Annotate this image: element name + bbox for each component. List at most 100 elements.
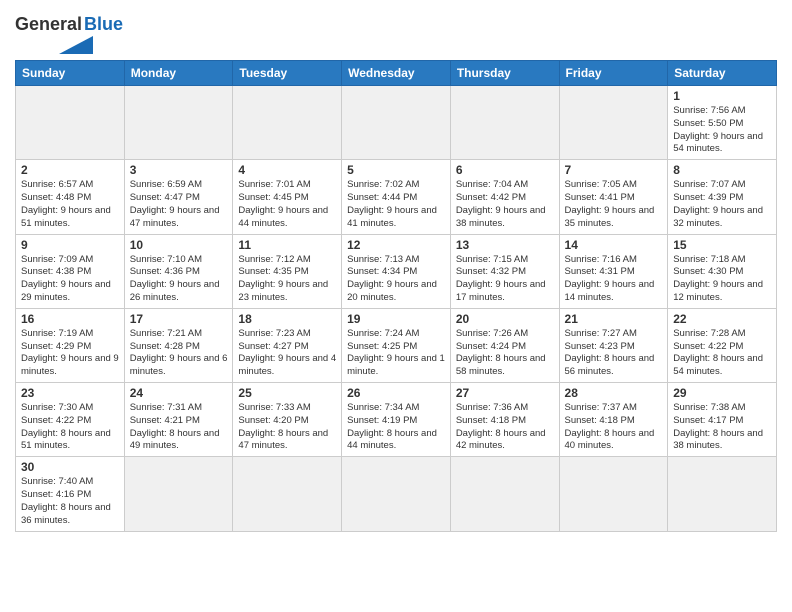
day-number: 15	[673, 238, 771, 252]
calendar-cell: 10 Sunrise: 7:10 AM Sunset: 4:36 PM Dayli…	[124, 234, 233, 308]
calendar-cell: 19 Sunrise: 7:24 AM Sunset: 4:25 PM Dayli…	[342, 308, 451, 382]
day-info: Sunrise: 7:28 AM Sunset: 4:22 PM Dayligh…	[673, 328, 771, 379]
day-number: 17	[130, 312, 228, 326]
calendar-week-row: 2 Sunrise: 6:57 AM Sunset: 4:48 PM Daylig…	[16, 160, 777, 234]
day-info: Sunrise: 7:34 AM Sunset: 4:19 PM Dayligh…	[347, 402, 445, 453]
calendar-cell: 30Sunrise: 7:40 AM Sunset: 4:16 PM Dayli…	[16, 457, 125, 531]
header: General Blue	[15, 10, 777, 54]
calendar-day-header: Monday	[124, 61, 233, 86]
day-info: Sunrise: 7:37 AM Sunset: 4:18 PM Dayligh…	[565, 402, 663, 453]
calendar-cell: 20 Sunrise: 7:26 AM Sunset: 4:24 PM Dayli…	[450, 308, 559, 382]
calendar-cell	[450, 457, 559, 531]
day-info: Sunrise: 6:59 AM Sunset: 4:47 PM Dayligh…	[130, 179, 228, 230]
calendar-cell: 27 Sunrise: 7:36 AM Sunset: 4:18 PM Dayli…	[450, 383, 559, 457]
day-number: 27	[456, 386, 554, 400]
calendar-cell	[342, 457, 451, 531]
day-number: 22	[673, 312, 771, 326]
logo-general-text: General	[15, 14, 82, 35]
day-info: Sunrise: 7:07 AM Sunset: 4:39 PM Dayligh…	[673, 179, 771, 230]
calendar-day-header: Saturday	[668, 61, 777, 86]
day-number: 11	[238, 238, 336, 252]
day-info: Sunrise: 7:31 AM Sunset: 4:21 PM Dayligh…	[130, 402, 228, 453]
logo: General Blue	[15, 14, 123, 54]
day-info: Sunrise: 7:15 AM Sunset: 4:32 PM Dayligh…	[456, 254, 554, 305]
calendar-cell: 14Sunrise: 7:16 AM Sunset: 4:31 PM Dayli…	[559, 234, 668, 308]
calendar-cell: 12 Sunrise: 7:13 AM Sunset: 4:34 PM Dayli…	[342, 234, 451, 308]
calendar-week-row: 23 Sunrise: 7:30 AM Sunset: 4:22 PM Dayli…	[16, 383, 777, 457]
day-info: Sunrise: 7:12 AM Sunset: 4:35 PM Dayligh…	[238, 254, 336, 305]
day-number: 21	[565, 312, 663, 326]
calendar-cell	[342, 86, 451, 160]
calendar-cell: 5 Sunrise: 7:02 AM Sunset: 4:44 PM Daylig…	[342, 160, 451, 234]
day-number: 14	[565, 238, 663, 252]
calendar-day-header: Friday	[559, 61, 668, 86]
calendar-cell: 18Sunrise: 7:23 AM Sunset: 4:27 PM Dayli…	[233, 308, 342, 382]
calendar-cell	[16, 86, 125, 160]
calendar-cell: 16 Sunrise: 7:19 AM Sunset: 4:29 PM Dayli…	[16, 308, 125, 382]
day-number: 26	[347, 386, 445, 400]
calendar-cell: 8 Sunrise: 7:07 AM Sunset: 4:39 PM Daylig…	[668, 160, 777, 234]
day-number: 23	[21, 386, 119, 400]
calendar-cell: 22 Sunrise: 7:28 AM Sunset: 4:22 PM Dayli…	[668, 308, 777, 382]
day-number: 24	[130, 386, 228, 400]
day-number: 16	[21, 312, 119, 326]
day-number: 6	[456, 163, 554, 177]
day-number: 20	[456, 312, 554, 326]
day-info: Sunrise: 7:23 AM Sunset: 4:27 PM Dayligh…	[238, 328, 336, 379]
calendar-cell	[559, 86, 668, 160]
calendar-cell	[450, 86, 559, 160]
day-info: Sunrise: 7:01 AM Sunset: 4:45 PM Dayligh…	[238, 179, 336, 230]
calendar-cell: 24 Sunrise: 7:31 AM Sunset: 4:21 PM Dayli…	[124, 383, 233, 457]
day-number: 10	[130, 238, 228, 252]
calendar-cell	[124, 457, 233, 531]
calendar-week-row: 1Sunrise: 7:56 AM Sunset: 5:50 PM Daylig…	[16, 86, 777, 160]
day-number: 19	[347, 312, 445, 326]
calendar-cell	[124, 86, 233, 160]
day-number: 12	[347, 238, 445, 252]
day-info: Sunrise: 7:26 AM Sunset: 4:24 PM Dayligh…	[456, 328, 554, 379]
day-number: 4	[238, 163, 336, 177]
day-info: Sunrise: 7:30 AM Sunset: 4:22 PM Dayligh…	[21, 402, 119, 453]
day-number: 13	[456, 238, 554, 252]
calendar-week-row: 16 Sunrise: 7:19 AM Sunset: 4:29 PM Dayli…	[16, 308, 777, 382]
day-info: Sunrise: 7:09 AM Sunset: 4:38 PM Dayligh…	[21, 254, 119, 305]
calendar-day-header: Sunday	[16, 61, 125, 86]
day-info: Sunrise: 7:18 AM Sunset: 4:30 PM Dayligh…	[673, 254, 771, 305]
day-info: Sunrise: 7:19 AM Sunset: 4:29 PM Dayligh…	[21, 328, 119, 379]
calendar-cell: 9Sunrise: 7:09 AM Sunset: 4:38 PM Daylig…	[16, 234, 125, 308]
day-info: Sunrise: 7:10 AM Sunset: 4:36 PM Dayligh…	[130, 254, 228, 305]
calendar-cell	[233, 86, 342, 160]
calendar-table: SundayMondayTuesdayWednesdayThursdayFrid…	[15, 60, 777, 532]
page: General Blue SundayMondayTuesdayWednesda…	[0, 0, 792, 612]
day-info: Sunrise: 7:33 AM Sunset: 4:20 PM Dayligh…	[238, 402, 336, 453]
day-info: Sunrise: 7:21 AM Sunset: 4:28 PM Dayligh…	[130, 328, 228, 379]
day-info: Sunrise: 7:24 AM Sunset: 4:25 PM Dayligh…	[347, 328, 445, 379]
day-info: Sunrise: 7:13 AM Sunset: 4:34 PM Dayligh…	[347, 254, 445, 305]
calendar-week-row: 30Sunrise: 7:40 AM Sunset: 4:16 PM Dayli…	[16, 457, 777, 531]
logo-blue-text: Blue	[84, 14, 123, 35]
calendar-cell: 21 Sunrise: 7:27 AM Sunset: 4:23 PM Dayli…	[559, 308, 668, 382]
calendar-cell: 2 Sunrise: 6:57 AM Sunset: 4:48 PM Daylig…	[16, 160, 125, 234]
calendar-cell: 6 Sunrise: 7:04 AM Sunset: 4:42 PM Daylig…	[450, 160, 559, 234]
day-info: Sunrise: 7:04 AM Sunset: 4:42 PM Dayligh…	[456, 179, 554, 230]
day-info: Sunrise: 7:02 AM Sunset: 4:44 PM Dayligh…	[347, 179, 445, 230]
day-number: 2	[21, 163, 119, 177]
calendar-day-header: Tuesday	[233, 61, 342, 86]
day-info: Sunrise: 7:27 AM Sunset: 4:23 PM Dayligh…	[565, 328, 663, 379]
day-info: Sunrise: 7:38 AM Sunset: 4:17 PM Dayligh…	[673, 402, 771, 453]
calendar-cell: 7Sunrise: 7:05 AM Sunset: 4:41 PM Daylig…	[559, 160, 668, 234]
calendar-cell: 29Sunrise: 7:38 AM Sunset: 4:17 PM Dayli…	[668, 383, 777, 457]
calendar-cell: 4 Sunrise: 7:01 AM Sunset: 4:45 PM Daylig…	[233, 160, 342, 234]
calendar-cell	[559, 457, 668, 531]
day-info: Sunrise: 7:56 AM Sunset: 5:50 PM Dayligh…	[673, 105, 771, 156]
calendar-cell	[233, 457, 342, 531]
day-info: Sunrise: 6:57 AM Sunset: 4:48 PM Dayligh…	[21, 179, 119, 230]
calendar-cell: 11 Sunrise: 7:12 AM Sunset: 4:35 PM Dayli…	[233, 234, 342, 308]
calendar-cell: 28Sunrise: 7:37 AM Sunset: 4:18 PM Dayli…	[559, 383, 668, 457]
day-number: 5	[347, 163, 445, 177]
day-info: Sunrise: 7:36 AM Sunset: 4:18 PM Dayligh…	[456, 402, 554, 453]
day-number: 8	[673, 163, 771, 177]
calendar-day-header: Wednesday	[342, 61, 451, 86]
calendar-cell: 23 Sunrise: 7:30 AM Sunset: 4:22 PM Dayli…	[16, 383, 125, 457]
calendar-cell: 17 Sunrise: 7:21 AM Sunset: 4:28 PM Dayli…	[124, 308, 233, 382]
